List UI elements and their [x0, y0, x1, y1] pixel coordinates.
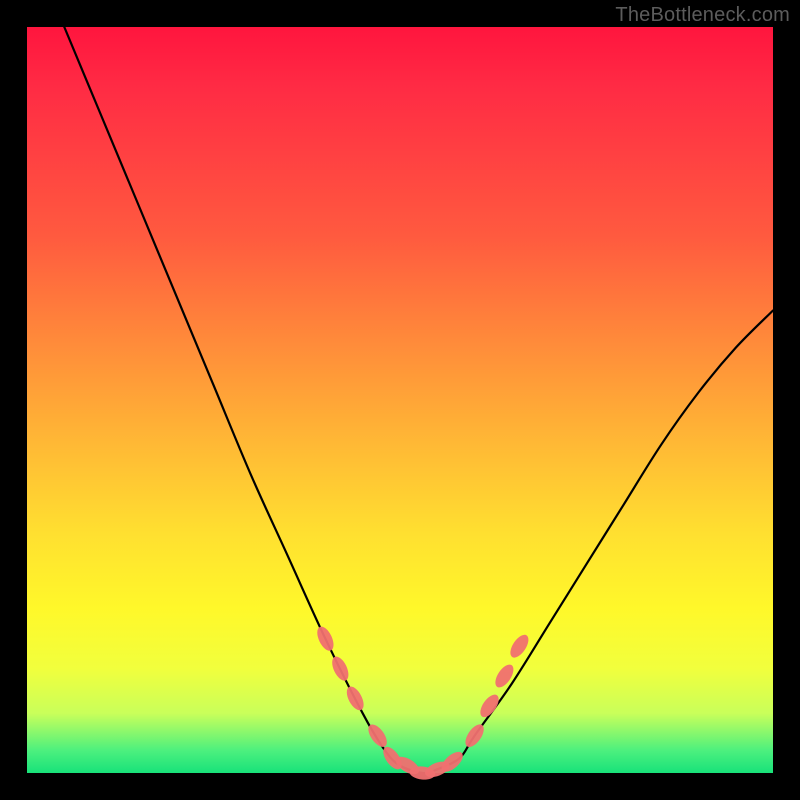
outer-frame: TheBottleneck.com: [0, 0, 800, 800]
marker-point: [329, 654, 352, 683]
marker-point: [314, 624, 337, 653]
plot-area: [27, 27, 773, 773]
marker-point: [492, 662, 517, 691]
marker-point: [343, 684, 367, 713]
watermark-text: TheBottleneck.com: [615, 4, 790, 27]
marker-point: [462, 721, 488, 750]
bottleneck-curve: [64, 27, 773, 773]
chart-svg: [27, 27, 773, 773]
